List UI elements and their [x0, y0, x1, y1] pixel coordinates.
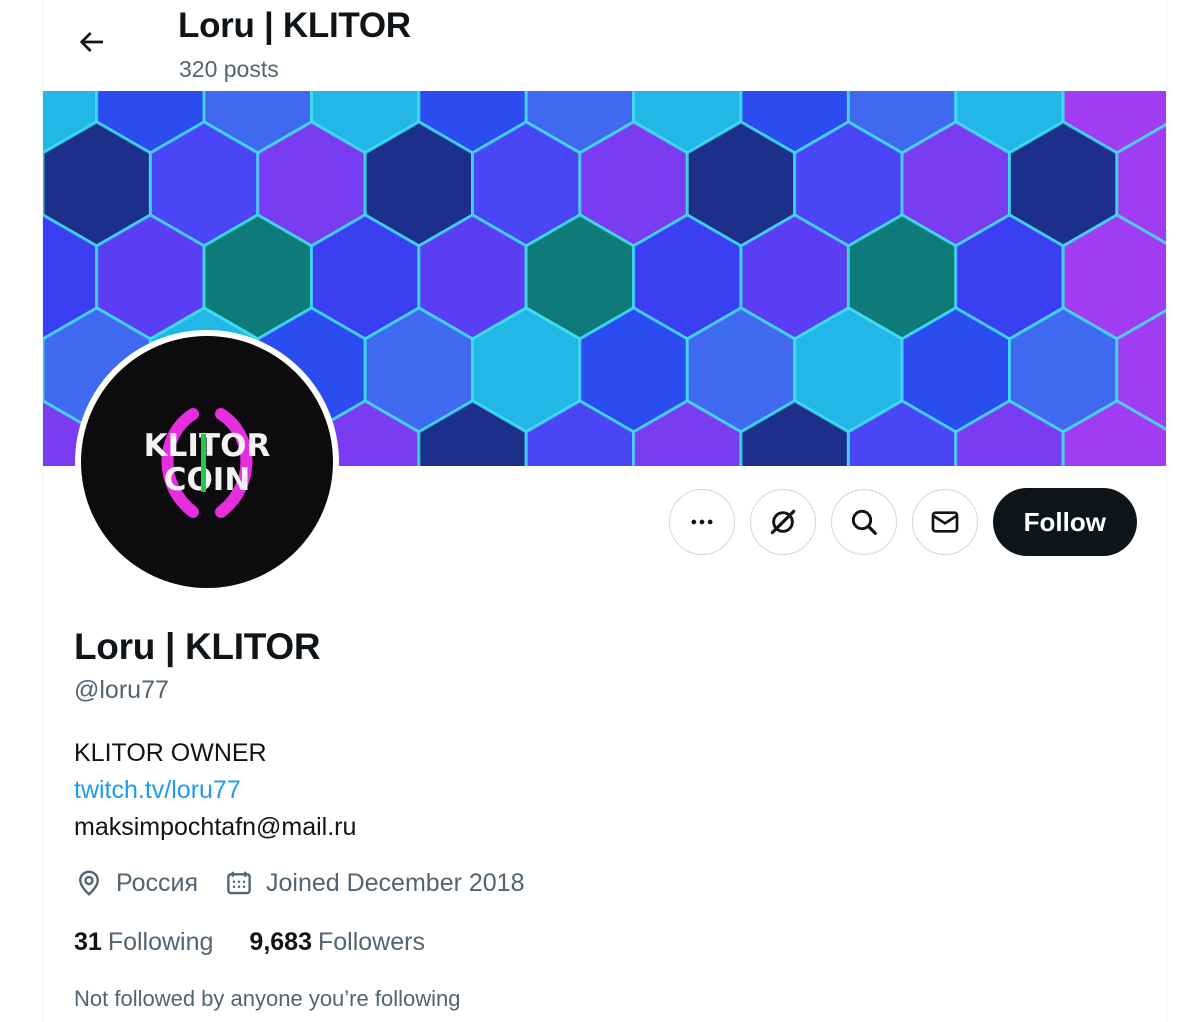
back-button[interactable] — [63, 14, 119, 70]
posts-count: 320 posts — [179, 56, 279, 82]
avatar-text-line2: COIN — [164, 462, 251, 498]
avatar-text-line1: KLITOR — [144, 428, 271, 464]
more-button[interactable] — [668, 489, 735, 555]
header-title: Loru | KLITOR — [178, 6, 411, 45]
profile-column: Loru | KLITOR 320 posts KLITOR COIN Foll… — [42, 0, 1167, 1022]
search-button[interactable] — [830, 489, 897, 555]
location-text: Россия — [116, 868, 198, 897]
bio-line: KLITOR OWNER — [74, 739, 267, 767]
location: Россия — [74, 868, 198, 898]
grok-icon — [770, 509, 795, 535]
calendar-icon — [227, 871, 251, 895]
profile-bio: KLITOR OWNER twitch.tv/loru77 maksimpoch… — [74, 735, 356, 846]
arrow-left-icon — [79, 32, 103, 52]
search-icon — [851, 509, 877, 535]
profile-actions: Follow — [668, 488, 1137, 556]
profile-name: Loru | KLITOR — [74, 626, 321, 667]
profile-handle: @loru77 — [74, 676, 169, 704]
grok-button[interactable] — [749, 489, 816, 555]
follow-button[interactable]: Follow — [992, 488, 1137, 556]
following-count: 31 — [74, 928, 102, 956]
following-link[interactable]: 31 Following — [74, 928, 213, 957]
more-horizontal-icon — [691, 519, 713, 525]
avatar-image: KLITOR COIN — [81, 336, 333, 588]
bio-link[interactable]: twitch.tv/loru77 — [74, 772, 356, 809]
following-label: Following — [107, 928, 214, 956]
envelope-icon — [931, 511, 959, 533]
bio-email: maksimpochtafn@mail.ru — [74, 813, 357, 841]
location-pin-icon — [79, 870, 99, 896]
followers-link[interactable]: 9,683 Followers — [249, 928, 425, 957]
followers-label: Followers — [317, 928, 425, 956]
message-button[interactable] — [911, 489, 978, 555]
avatar[interactable]: KLITOR COIN — [75, 330, 339, 594]
profile-meta: Россия Joined December 2018 — [74, 868, 550, 898]
profile-stats: 31 Following 9,683 Followers — [74, 928, 461, 957]
followed-by-note: Not followed by anyone you’re following — [74, 986, 461, 1011]
followers-count: 9,683 — [249, 928, 312, 956]
join-date-text: Joined December 2018 — [265, 868, 525, 897]
join-date: Joined December 2018 — [224, 868, 525, 898]
